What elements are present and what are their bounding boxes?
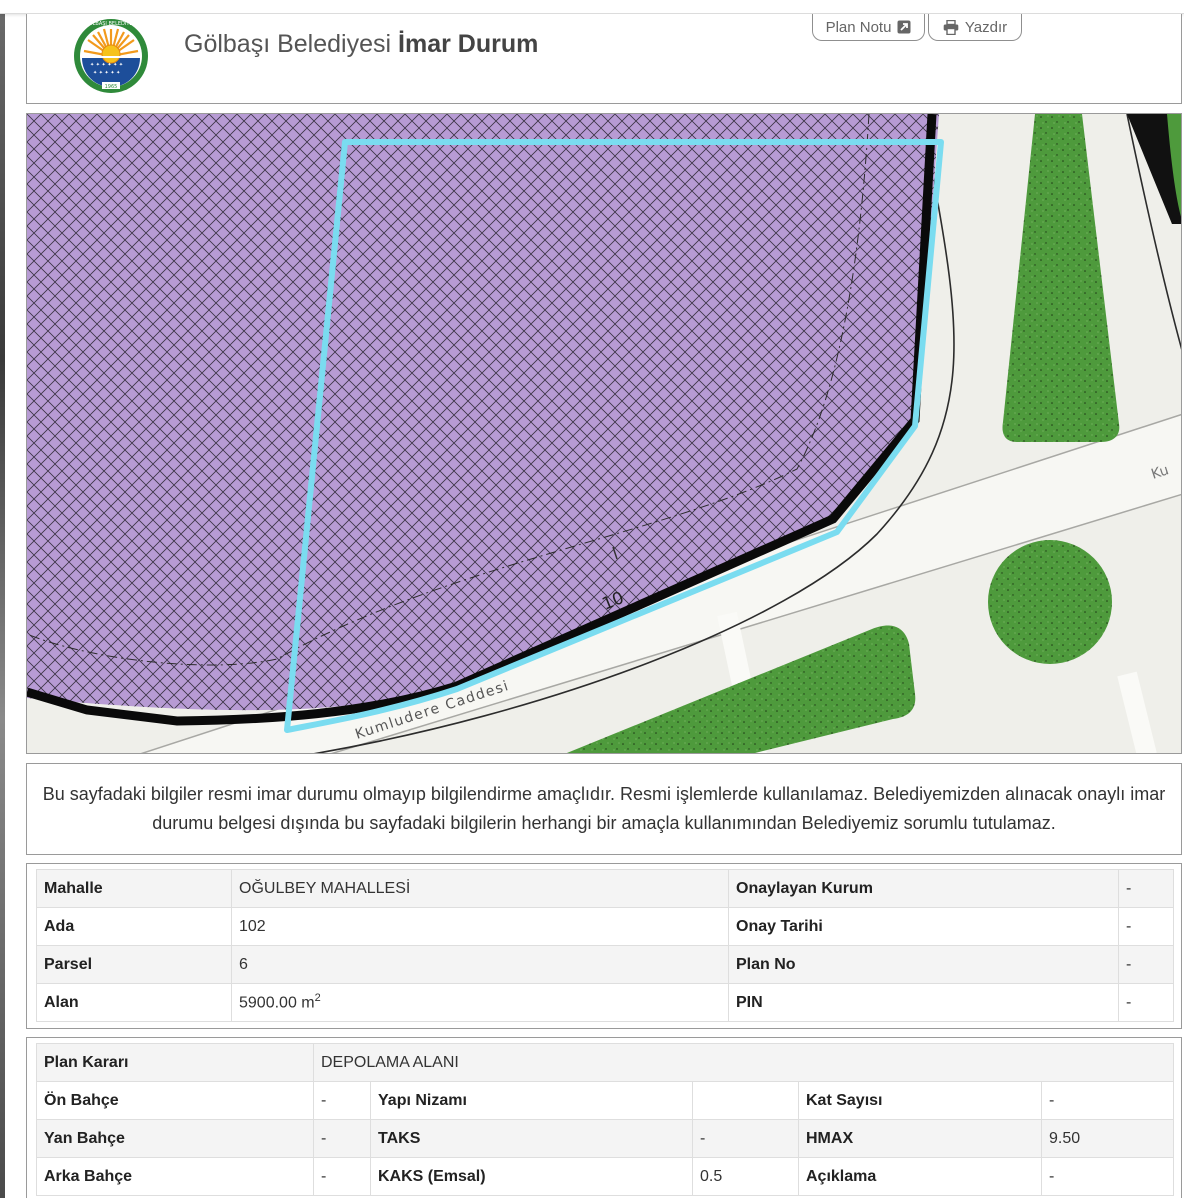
plan-notu-label: Plan Notu: [825, 18, 892, 36]
plan-no-value: -: [1118, 945, 1174, 984]
page-title: Gölbaşı Belediyesi İmar Durum: [184, 30, 538, 59]
yan-bahce-value: -: [313, 1119, 371, 1158]
svg-text:✦ ✦ ✦ ✦ ✦: ✦ ✦ ✦ ✦ ✦: [93, 70, 120, 76]
plan-karari-label: Plan Kararı: [36, 1043, 314, 1082]
plan-notu-button[interactable]: Plan Notu: [812, 14, 925, 41]
onay-tarihi-label: Onay Tarihi: [728, 907, 1119, 946]
table-row: Plan Kararı DEPOLAMA ALANI: [36, 1043, 1175, 1082]
parsel-label: Parsel: [36, 945, 232, 984]
hmax-value: 9.50: [1040, 1119, 1175, 1158]
zoning-map[interactable]: Kumludere Caddesi Ku 10: [26, 113, 1182, 754]
svg-text:✦ ✦ ✦ ✦ ✦ ✦: ✦ ✦ ✦ ✦ ✦ ✦: [90, 62, 123, 68]
plan-no-label: Plan No: [728, 945, 1119, 984]
table-row: Arka Bahçe - KAKS (Emsal) 0.5 Açıklama -: [36, 1157, 1175, 1196]
table-row: Ön Bahçe - Yapı Nizamı Kat Sayısı -: [36, 1081, 1175, 1120]
map-canvas: Kumludere Caddesi Ku 10: [27, 114, 1181, 753]
yapi-nizami-label: Yapı Nizamı: [370, 1081, 693, 1120]
table-row: Ada 102 Onay Tarihi -: [36, 907, 1174, 946]
disclaimer-text: Bu sayfadaki bilgiler resmi imar durumu …: [42, 784, 1166, 833]
alan-cell: 5900.00 m2: [231, 983, 729, 1022]
svg-text:1965: 1965: [105, 84, 118, 90]
arka-bahce-value: -: [313, 1157, 371, 1196]
page-header: ✦ ✦ ✦ ✦ ✦ ✦ ✦ ✦ ✦ ✦ ✦ 1965 GÖLBAŞI BELED…: [26, 14, 1182, 104]
yapi-nizami-value: [692, 1081, 799, 1120]
arka-bahce-label: Arka Bahçe: [36, 1157, 314, 1196]
svg-text:GÖLBAŞI BELEDİYESİ: GÖLBAŞI BELEDİYESİ: [85, 20, 137, 27]
kat-sayisi-value: -: [1040, 1081, 1175, 1120]
pin-value: -: [1118, 983, 1174, 1022]
kaks-value: 0.5: [692, 1157, 799, 1196]
parcel-info-table: Mahalle OĞULBEY MAHALLESİ Onaylayan Kuru…: [36, 869, 1174, 1022]
table-row: Mahalle OĞULBEY MAHALLESİ Onaylayan Kuru…: [36, 869, 1174, 908]
taks-label: TAKS: [370, 1119, 693, 1158]
parcel-info-panel: Mahalle OĞULBEY MAHALLESİ Onaylayan Kuru…: [26, 863, 1182, 1029]
table-row: Parsel 6 Plan No -: [36, 945, 1174, 984]
title-bold: İmar Durum: [398, 30, 539, 58]
plan-info-table: Plan Kararı DEPOLAMA ALANI Ön Bahçe - Ya…: [36, 1043, 1175, 1196]
mahalle-value: OĞULBEY MAHALLESİ: [231, 869, 729, 908]
mahalle-label: Mahalle: [36, 869, 232, 908]
yan-bahce-label: Yan Bahçe: [36, 1119, 314, 1158]
top-bar: [0, 0, 1184, 14]
table-row: Yan Bahçe - TAKS - HMAX 9.50: [36, 1119, 1175, 1158]
disclaimer-notice: Bu sayfadaki bilgiler resmi imar durumu …: [26, 763, 1182, 855]
parsel-value: 6: [231, 945, 729, 984]
ada-label: Ada: [36, 907, 232, 946]
aciklama-value: -: [1040, 1157, 1175, 1196]
hmax-label: HMAX: [798, 1119, 1042, 1158]
pin-label: PIN: [728, 983, 1119, 1022]
onaylayan-kurum-value: -: [1118, 869, 1174, 908]
table-row: Alan 5900.00 m2 PIN -: [36, 983, 1174, 1022]
plan-info-panel: Plan Kararı DEPOLAMA ALANI Ön Bahçe - Ya…: [26, 1037, 1182, 1198]
taks-value: -: [692, 1119, 799, 1158]
kaks-label: KAKS (Emsal): [370, 1157, 693, 1196]
aciklama-label: Açıklama: [798, 1157, 1042, 1196]
alan-unit-exponent: 2: [314, 992, 321, 1005]
onaylayan-kurum-label: Onaylayan Kurum: [728, 869, 1119, 908]
title-prefix: Gölbaşı Belediyesi: [184, 30, 392, 58]
background-window-edge: [0, 0, 5, 1198]
yazdir-button[interactable]: Yazdır: [928, 14, 1022, 41]
yazdir-label: Yazdır: [964, 18, 1008, 36]
alan-label: Alan: [36, 983, 232, 1022]
on-bahce-value: -: [313, 1081, 371, 1120]
plan-karari-value: DEPOLAMA ALANI: [312, 1043, 1175, 1082]
kat-sayisi-label: Kat Sayısı: [798, 1081, 1042, 1120]
printer-icon: [943, 19, 959, 35]
external-link-icon: [897, 20, 911, 34]
on-bahce-label: Ön Bahçe: [36, 1081, 314, 1120]
alan-value: 5900.00 m: [239, 994, 315, 1012]
onay-tarihi-value: -: [1118, 907, 1174, 946]
ada-value: 102: [231, 907, 729, 946]
municipality-logo: ✦ ✦ ✦ ✦ ✦ ✦ ✦ ✦ ✦ ✦ ✦ 1965 GÖLBAŞI BELED…: [74, 19, 148, 93]
